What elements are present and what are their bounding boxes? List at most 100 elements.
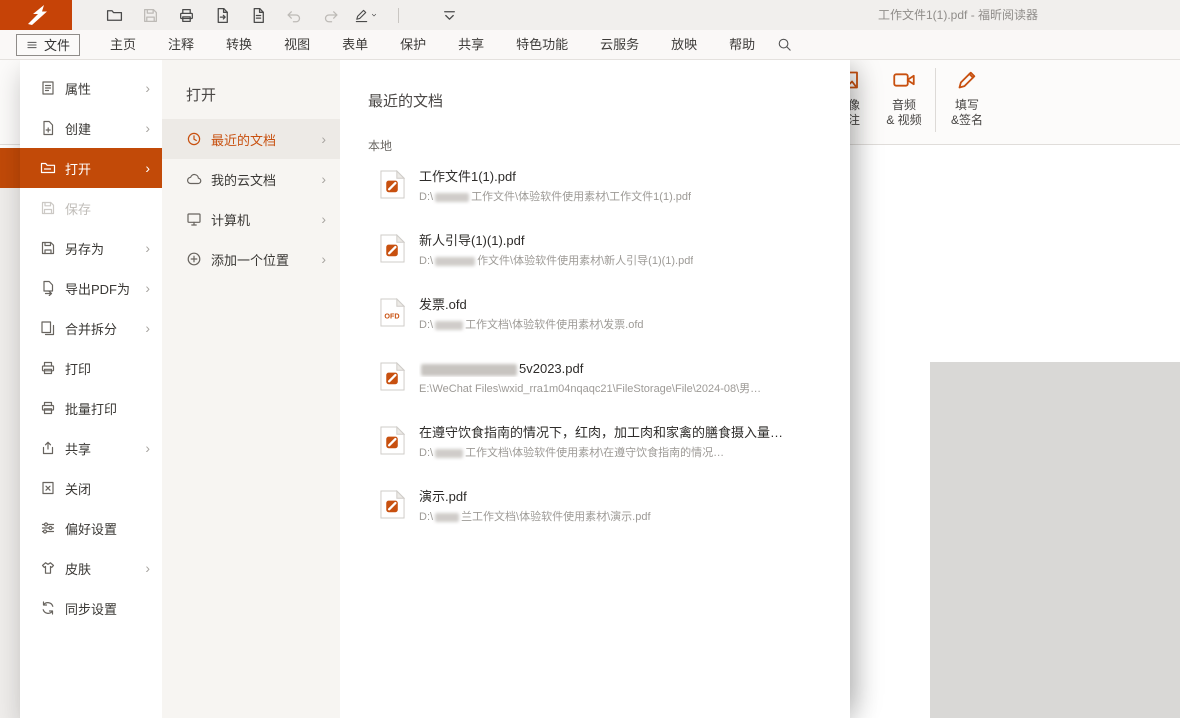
- file-menu-item-6[interactable]: 合并拆分›: [20, 308, 162, 348]
- file-menu-item-1[interactable]: 创建›: [20, 108, 162, 148]
- open-places-list: 最近的文档›我的云文档›计算机›添加一个位置›: [162, 119, 340, 279]
- ribbon-tab-4[interactable]: 表单: [326, 30, 384, 59]
- properties-icon: [40, 80, 56, 96]
- quick-access-toolbar: [102, 4, 461, 26]
- open-place-3[interactable]: 添加一个位置›: [162, 239, 340, 279]
- open-place-0[interactable]: 最近的文档›: [162, 119, 340, 159]
- ribbon-tab-6[interactable]: 共享: [442, 30, 500, 59]
- file-menu-item-label: 同步设置: [65, 599, 117, 618]
- open-place-2[interactable]: 计算机›: [162, 199, 340, 239]
- file-path: D:\作文件\体验软件使用素材\新人引导(1)(1).pdf: [419, 254, 693, 269]
- recent-file-item[interactable]: OFD发票.ofdD:\工作文档\体验软件使用素材\发票.ofd: [368, 296, 834, 360]
- file-menu-item-0[interactable]: 属性 ›: [20, 68, 162, 108]
- ink-pen-icon: [354, 7, 369, 24]
- sync-icon: [40, 600, 56, 616]
- file-menu-item-label: 打开: [65, 159, 91, 178]
- submenu-arrow-icon: ›: [145, 81, 150, 95]
- redacted-text: [435, 321, 463, 330]
- cloud-icon: [186, 171, 202, 187]
- ribbon-button[interactable]: 填写&签名: [939, 60, 995, 144]
- submenu-arrow-icon: ›: [321, 212, 326, 226]
- pdf-file-icon: [380, 170, 405, 199]
- save-icon: [142, 7, 159, 24]
- file-menu-item-4[interactable]: 另存为›: [20, 228, 162, 268]
- file-menu-item-9[interactable]: 共享›: [20, 428, 162, 468]
- ribbon-tab-5[interactable]: 保护: [384, 30, 442, 59]
- file-menu-item-label: 属性: [65, 79, 91, 98]
- file-menu-button[interactable]: 文件: [16, 34, 80, 56]
- ribbon-tab-10[interactable]: 帮助: [713, 30, 771, 59]
- open-file-button[interactable]: [102, 4, 126, 26]
- ribbon-tab-2[interactable]: 转换: [210, 30, 268, 59]
- file-menu-item-label: 合并拆分: [65, 319, 117, 338]
- print-icon: [40, 360, 56, 376]
- toolbar-separator: [398, 8, 399, 23]
- share-icon: [40, 440, 56, 456]
- submenu-arrow-icon: ›: [321, 252, 326, 266]
- file-menu-item-8[interactable]: 批量打印: [20, 388, 162, 428]
- file-menu-item-label: 批量打印: [65, 399, 117, 418]
- recent-file-item[interactable]: 5v2023.pdfE:\WeChat Files\wxid_rra1m04nq…: [368, 360, 834, 424]
- file-menu-button-label: 文件: [44, 35, 70, 54]
- open-place-1[interactable]: 我的云文档›: [162, 159, 340, 199]
- file-menu-item-label: 保存: [65, 199, 91, 218]
- export-pages-button[interactable]: [210, 4, 234, 26]
- file-menu-item-12[interactable]: 皮肤›: [20, 548, 162, 588]
- foxit-logo[interactable]: [0, 0, 72, 30]
- customize-quick-toolbar-button[interactable]: [437, 4, 461, 26]
- file-name: 演示.pdf: [419, 488, 651, 505]
- recent-file-item[interactable]: 在遵守饮食指南的情况下，红肉，加工肉和家禽的膳食摄入量…D:\工作文档\体验软件…: [368, 424, 834, 488]
- file-name: 在遵守饮食指南的情况下，红肉，加工肉和家禽的膳食摄入量…: [419, 424, 783, 441]
- ofd-file-icon: OFD: [380, 298, 405, 327]
- recent-file-item[interactable]: 新人引导(1)(1).pdf D:\作文件\体验软件使用素材\新人引导(1)(1)…: [368, 232, 834, 296]
- ribbon-tab-7[interactable]: 特色功能: [500, 30, 584, 59]
- file-menu-item-10[interactable]: 关闭: [20, 468, 162, 508]
- ribbon-tabs: 主页注释转换视图表单保护共享特色功能云服务放映帮助: [94, 30, 771, 59]
- open-panel: 打开 最近的文档›我的云文档›计算机›添加一个位置›: [162, 60, 340, 718]
- organize-pages-button[interactable]: [246, 4, 270, 26]
- file-menu-item-13[interactable]: 同步设置: [20, 588, 162, 628]
- file-menu-item-label: 导出PDF为: [65, 279, 130, 298]
- recent-file-item[interactable]: 演示.pdfD:\兰工作文档\体验软件使用素材\演示.pdf: [368, 488, 834, 552]
- ribbon-tab-0[interactable]: 主页: [94, 30, 152, 59]
- pdf-file-icon: [380, 234, 405, 263]
- search-icon[interactable]: [777, 37, 792, 52]
- redo-button[interactable]: [318, 4, 342, 26]
- window-title: 工作文件1(1).pdf - 福昕阅读器: [878, 0, 1038, 30]
- ink-signature-button[interactable]: [354, 4, 378, 26]
- recent-file-item[interactable]: 工作文件1(1).pdfD:\工作文件\体验软件使用素材\工作文件1(1).pd…: [368, 168, 834, 232]
- app-window: 图像标注音频& 视频填写&签名 中， 工作文件1(1).pdf - 福昕阅读器 …: [0, 0, 1180, 718]
- file-menu-item-2[interactable]: 打开›: [20, 148, 162, 188]
- file-menu-item-label: 偏好设置: [65, 519, 117, 538]
- file-menu-item-7[interactable]: 打印: [20, 348, 162, 388]
- ribbon-tab-8[interactable]: 云服务: [584, 30, 655, 59]
- ribbon-button[interactable]: 音频& 视频: [876, 60, 932, 144]
- pdf-file-icon: [380, 362, 405, 391]
- document-image-placeholder: [930, 362, 1180, 718]
- file-menu-item-11[interactable]: 偏好设置: [20, 508, 162, 548]
- search-icon: [777, 37, 792, 52]
- ribbon-tab-9[interactable]: 放映: [655, 30, 713, 59]
- pdf-file-icon: [380, 490, 405, 524]
- save-button[interactable]: [138, 4, 162, 26]
- undo-button[interactable]: [282, 4, 306, 26]
- file-menu-sidebar: 属性 › 创建›打开› 保存另存为› 导出PDF为 › 合并拆分›打印批量打印共享›关闭偏好…: [20, 60, 162, 718]
- ribbon-tab-1[interactable]: 注释: [152, 30, 210, 59]
- file-name: 5v2023.pdf: [419, 360, 761, 377]
- page-organize-icon: [250, 7, 267, 24]
- foxit-logo-mark: [16, 2, 56, 28]
- submenu-arrow-icon: ›: [145, 281, 150, 295]
- redo-icon: [322, 7, 339, 24]
- ribbon-tab-3[interactable]: 视图: [268, 30, 326, 59]
- file-name: 新人引导(1)(1).pdf: [419, 232, 693, 249]
- monitor-icon: [186, 211, 202, 227]
- print-button[interactable]: [174, 4, 198, 26]
- recent-documents-panel: 最近的文档 本地 工作文件1(1).pdfD:\工作文件\体验软件使用素材\工作…: [340, 60, 850, 718]
- menu-bar: 文件 主页注释转换视图表单保护共享特色功能云服务放映帮助: [0, 30, 1180, 60]
- left-navigation-strip: [0, 188, 20, 718]
- file-menu-item-5[interactable]: 导出PDF为 ›: [20, 268, 162, 308]
- file-menu-item-label: 共享: [65, 439, 91, 458]
- file-path: D:\工作文档\体验软件使用素材\发票.ofd: [419, 318, 644, 333]
- skin-icon: [40, 560, 56, 576]
- undo-icon: [286, 7, 303, 24]
